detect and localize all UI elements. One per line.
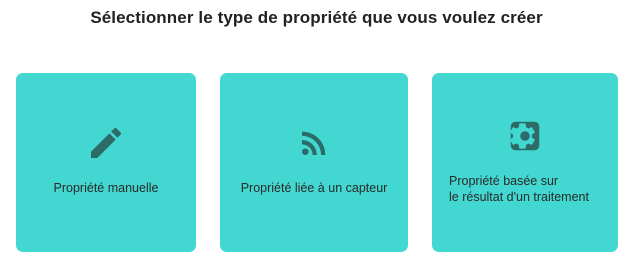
gear-icon [505,116,545,156]
sensor-property-card[interactable]: Propriété liée à un capteur [220,73,408,252]
processing-label-line2: le résultat d'un traitement [449,190,589,204]
page-title: Sélectionner le type de propriété que vo… [90,8,543,27]
processing-property-card[interactable]: Propriété basée sur le résultat d'un tra… [432,73,618,252]
manual-property-card[interactable]: Propriété manuelle [16,73,196,252]
sensor-property-label: Propriété liée à un capteur [240,181,388,195]
pencil-icon [86,123,126,163]
processing-label-line1: Propriété basée sur [449,174,559,188]
rss-feed-icon [294,123,334,163]
processing-property-label: Propriété basée sur le résultat d'un tra… [449,173,614,205]
manual-property-label: Propriété manuelle [53,181,159,195]
